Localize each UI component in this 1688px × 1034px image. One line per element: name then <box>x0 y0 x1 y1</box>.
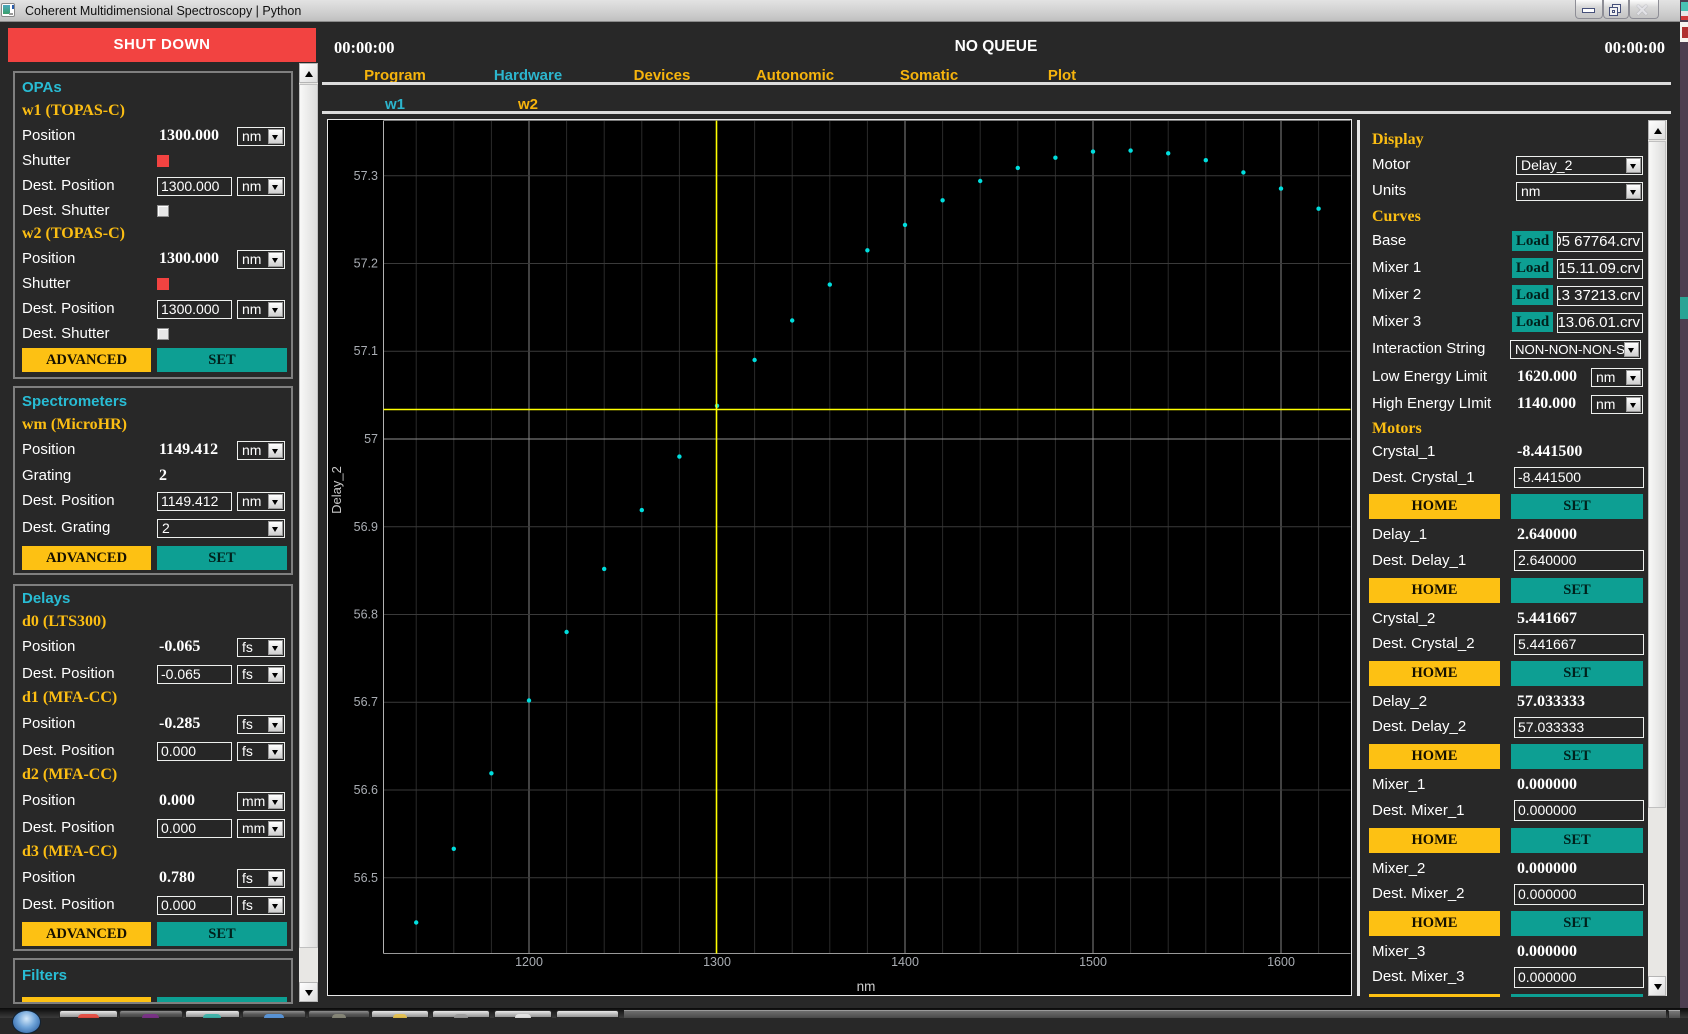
svg-text:Delay_2: Delay_2 <box>329 466 344 514</box>
svg-text:57.3: 57.3 <box>354 169 378 183</box>
svg-text:1400: 1400 <box>891 955 919 969</box>
svg-text:1600: 1600 <box>1267 955 1295 969</box>
svg-text:57: 57 <box>364 432 378 446</box>
svg-text:56.7: 56.7 <box>354 695 378 709</box>
svg-text:57.1: 57.1 <box>354 344 378 358</box>
svg-text:56.9: 56.9 <box>354 520 378 534</box>
svg-text:1500: 1500 <box>1079 955 1107 969</box>
svg-text:56.8: 56.8 <box>354 608 378 622</box>
svg-text:1300: 1300 <box>703 955 731 969</box>
svg-text:1200: 1200 <box>515 955 543 969</box>
svg-text:56.6: 56.6 <box>354 783 378 797</box>
svg-text:57.2: 57.2 <box>354 257 378 271</box>
svg-text:56.5: 56.5 <box>354 871 378 885</box>
svg-text:nm: nm <box>857 979 876 994</box>
